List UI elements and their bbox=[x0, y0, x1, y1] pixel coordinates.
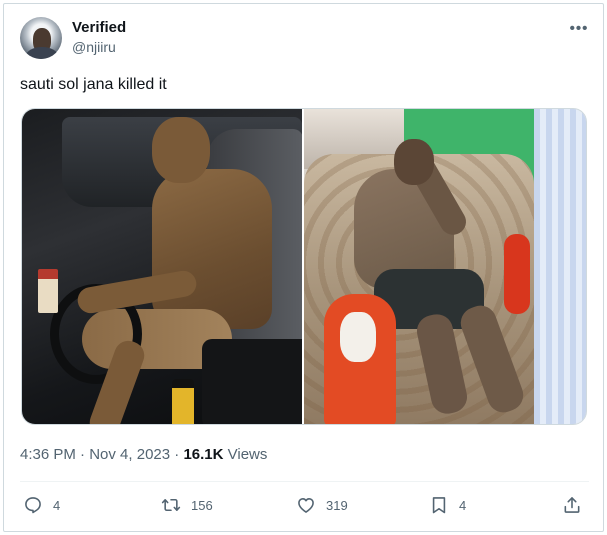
reply-icon bbox=[25, 497, 41, 514]
tweet-text: sauti sol jana killed it bbox=[20, 76, 167, 93]
repost-count: 156 bbox=[191, 497, 213, 513]
views-count: 16.1K bbox=[183, 446, 224, 463]
bookmark-count: 4 bbox=[459, 497, 467, 513]
tweet-metadata: 4:36 PM · Nov 4, 2023 · 16.1K Views bbox=[20, 446, 267, 463]
tweet-card: Verified @njiiru ••• sauti sol jana kill… bbox=[3, 3, 604, 532]
photo-man-on-sofa[interactable] bbox=[304, 109, 586, 424]
divider bbox=[20, 481, 589, 482]
sofa-armrest-left bbox=[324, 294, 396, 424]
author-handle[interactable]: @njiiru bbox=[72, 39, 116, 55]
action-bar: 4 156 319 4 bbox=[4, 492, 605, 518]
heart-icon bbox=[298, 498, 314, 513]
curtain bbox=[534, 109, 586, 424]
muddy-man-body bbox=[152, 169, 272, 329]
share-button[interactable] bbox=[562, 492, 582, 518]
key-tag bbox=[38, 269, 58, 313]
bookmark-icon bbox=[432, 497, 446, 514]
photo-man-in-car[interactable] bbox=[22, 109, 302, 424]
views-label: Views bbox=[223, 446, 268, 463]
share-icon bbox=[564, 497, 580, 513]
sofa-armrest-right bbox=[504, 234, 530, 314]
media-grid bbox=[21, 108, 587, 425]
reply-button[interactable]: 4 bbox=[23, 492, 60, 518]
muddy-man-head bbox=[394, 139, 434, 185]
meta-separator: · bbox=[75, 446, 90, 463]
reply-count: 4 bbox=[53, 497, 61, 513]
bookmark-button[interactable]: 4 bbox=[429, 492, 466, 518]
like-button[interactable]: 319 bbox=[296, 492, 348, 518]
more-horizontal-icon: ••• bbox=[569, 19, 589, 37]
author-display-name[interactable]: Verified bbox=[72, 19, 126, 36]
car-console bbox=[202, 339, 302, 424]
like-count: 319 bbox=[326, 497, 348, 513]
avatar-shirt bbox=[26, 47, 58, 59]
avatar[interactable] bbox=[20, 17, 62, 59]
repost-icon bbox=[161, 498, 181, 512]
yellow-bottle bbox=[172, 379, 194, 424]
tweet-time[interactable]: 4:36 PM bbox=[20, 446, 76, 463]
more-options-button[interactable]: ••• bbox=[569, 18, 589, 38]
meta-separator: · bbox=[170, 446, 184, 463]
tweet-date[interactable]: Nov 4, 2023 bbox=[89, 446, 170, 463]
muddy-man-head bbox=[152, 117, 210, 183]
repost-button[interactable]: 156 bbox=[161, 492, 213, 518]
